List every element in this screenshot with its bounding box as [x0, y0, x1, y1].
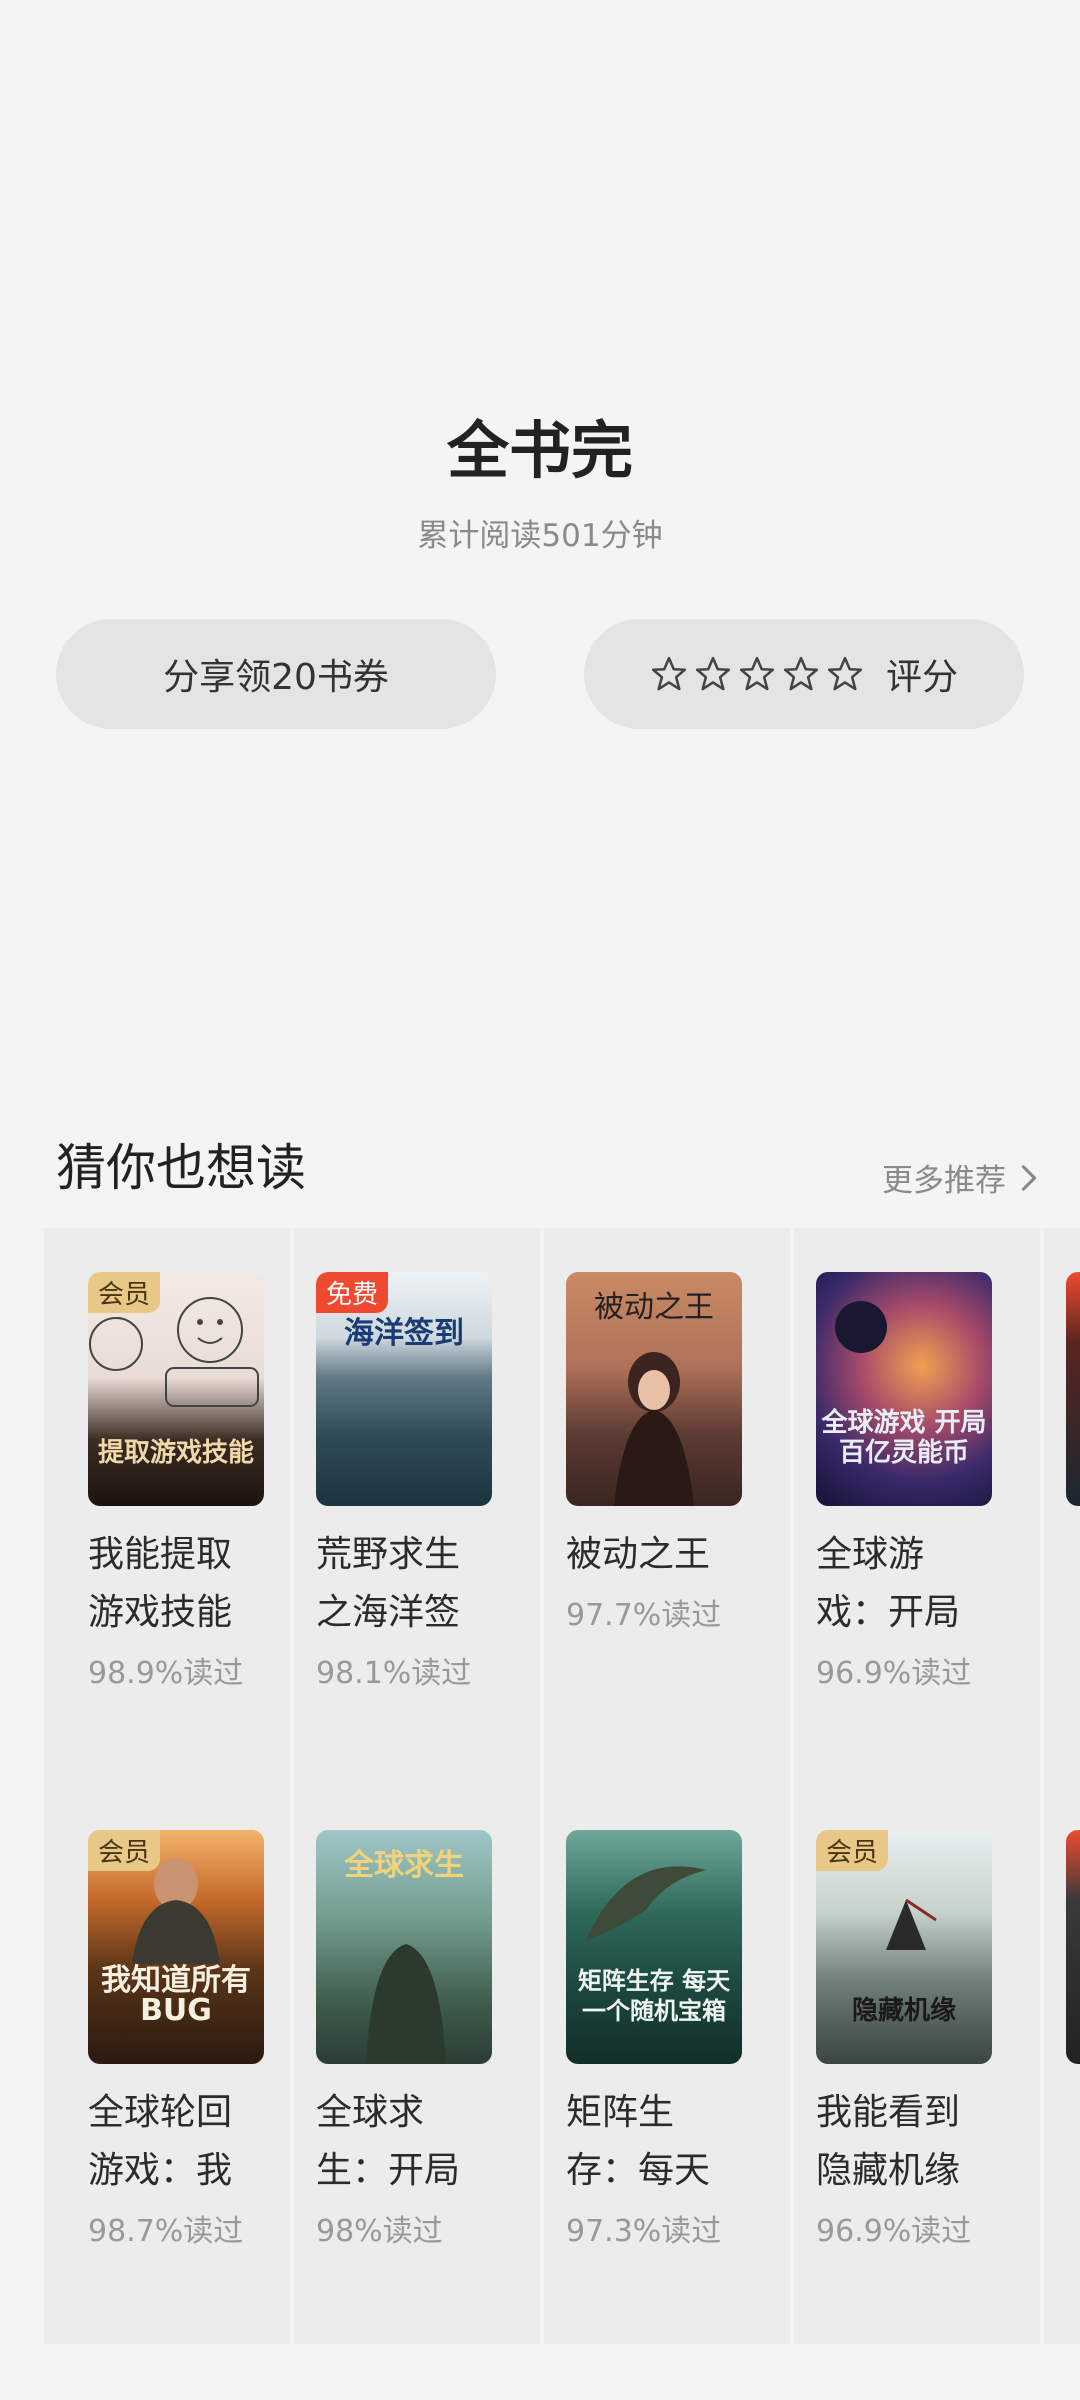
book-cover [1066, 1272, 1080, 1506]
chevron-right-icon [1021, 1164, 1037, 1191]
cover-text: 海洋签到 [344, 1316, 464, 1351]
finish-title: 全书完 [446, 414, 633, 487]
recommend-title: 猜你也想读 [56, 1139, 306, 1197]
book-cover: 海洋签到 免费 [316, 1272, 492, 1506]
cover-text: 隐藏机缘 [851, 1996, 956, 2026]
cover-text: 矩阵生存 每天一个随机宝箱 [577, 1967, 731, 2025]
book-title: 被动之王 [566, 1534, 711, 1575]
book-title: 矩阵生存：每天 [566, 2092, 711, 2191]
more-recommend-label: 更多推荐 [882, 1163, 1006, 1199]
book-cover [1066, 1830, 1080, 2064]
star-icon[interactable] [826, 655, 864, 693]
cover-text: 我知道所有BUG [101, 1963, 251, 2028]
book-card-partial[interactable] [1066, 1830, 1080, 2064]
recommend-grid: 提取游戏技能 会员 我能提取游戏技能 98.9%读过 海洋签到 免费 荒野求生之… [44, 1228, 1080, 2344]
book-cover: 隐藏机缘 会员 [816, 1830, 992, 2064]
rate-button-label: 评分 [885, 657, 958, 698]
cover-text: 被动之王 [594, 1290, 714, 1325]
star-icon[interactable] [782, 655, 820, 693]
book-title: 我能看到隐藏机缘 [816, 2092, 961, 2191]
cover-text: 全球求生 [344, 1848, 464, 1883]
book-title: 全球轮回游戏：我 [88, 2092, 233, 2191]
book-card[interactable]: 被动之王 被动之王 97.7%读过 [566, 1272, 766, 1634]
read-percent: 97.3%读过 [566, 2214, 722, 2249]
read-percent: 96.9%读过 [816, 1656, 972, 1691]
book-cover: 提取游戏技能 会员 [88, 1272, 264, 1506]
book-title: 我能提取游戏技能 [88, 1534, 233, 1633]
book-cover: 全球求生 [316, 1830, 492, 2064]
read-percent: 96.9%读过 [816, 2214, 972, 2249]
book-card[interactable]: 我知道所有BUG 会员 全球轮回游戏：我 98.7%读过 [88, 1830, 288, 2250]
vip-badge: 会员 [816, 1830, 889, 1871]
read-percent: 98.9%读过 [88, 1656, 244, 1691]
book-card[interactable]: 海洋签到 免费 荒野求生之海洋签 98.1%读过 [316, 1272, 516, 1692]
book-cover: 我知道所有BUG 会员 [88, 1830, 264, 2064]
star-icon[interactable] [738, 655, 776, 693]
book-card[interactable]: 全球求生 全球求生：开局 98%读过 [316, 1830, 516, 2250]
book-title: 全球游戏：开局 [816, 1534, 961, 1633]
book-cover: 全球游戏 开局百亿灵能币 [816, 1272, 992, 1506]
more-recommend-link[interactable]: 更多推荐 [882, 1155, 1038, 1200]
star-icon[interactable] [650, 655, 688, 693]
book-card[interactable]: 提取游戏技能 会员 我能提取游戏技能 98.9%读过 [88, 1272, 288, 1692]
read-percent: 97.7%读过 [566, 1598, 722, 1633]
share-button-label: 分享领20书券 [163, 657, 389, 698]
book-title: 荒野求生之海洋签 [316, 1534, 461, 1633]
rate-button[interactable]: 评分 [584, 619, 1024, 729]
read-percent: 98.7%读过 [88, 2214, 244, 2249]
book-card[interactable]: 隐藏机缘 会员 我能看到隐藏机缘 96.9%读过 [816, 1830, 1016, 2250]
rating-stars[interactable] [650, 655, 864, 693]
cover-text: 全球游戏 开局百亿灵能币 [821, 1408, 987, 1468]
read-percent: 98.1%读过 [316, 1656, 472, 1691]
share-button[interactable]: 分享领20书券 [56, 619, 496, 729]
book-title: 全球求生：开局 [316, 2092, 461, 2191]
vip-badge: 会员 [88, 1272, 161, 1313]
free-badge: 免费 [316, 1272, 389, 1313]
reading-time: 累计阅读501分钟 [417, 518, 663, 554]
star-icon[interactable] [694, 655, 732, 693]
book-cover: 被动之王 [566, 1272, 742, 1506]
read-percent: 98%读过 [316, 2214, 443, 2249]
cover-text: 提取游戏技能 [97, 1438, 254, 1468]
book-cover: 矩阵生存 每天一个随机宝箱 [566, 1830, 742, 2064]
book-card[interactable]: 矩阵生存 每天一个随机宝箱 矩阵生存：每天 97.3%读过 [566, 1830, 766, 2250]
book-card-partial[interactable] [1066, 1272, 1080, 1506]
vip-badge: 会员 [88, 1830, 161, 1871]
book-card[interactable]: 全球游戏 开局百亿灵能币 全球游戏：开局 96.9%读过 [816, 1272, 1016, 1692]
